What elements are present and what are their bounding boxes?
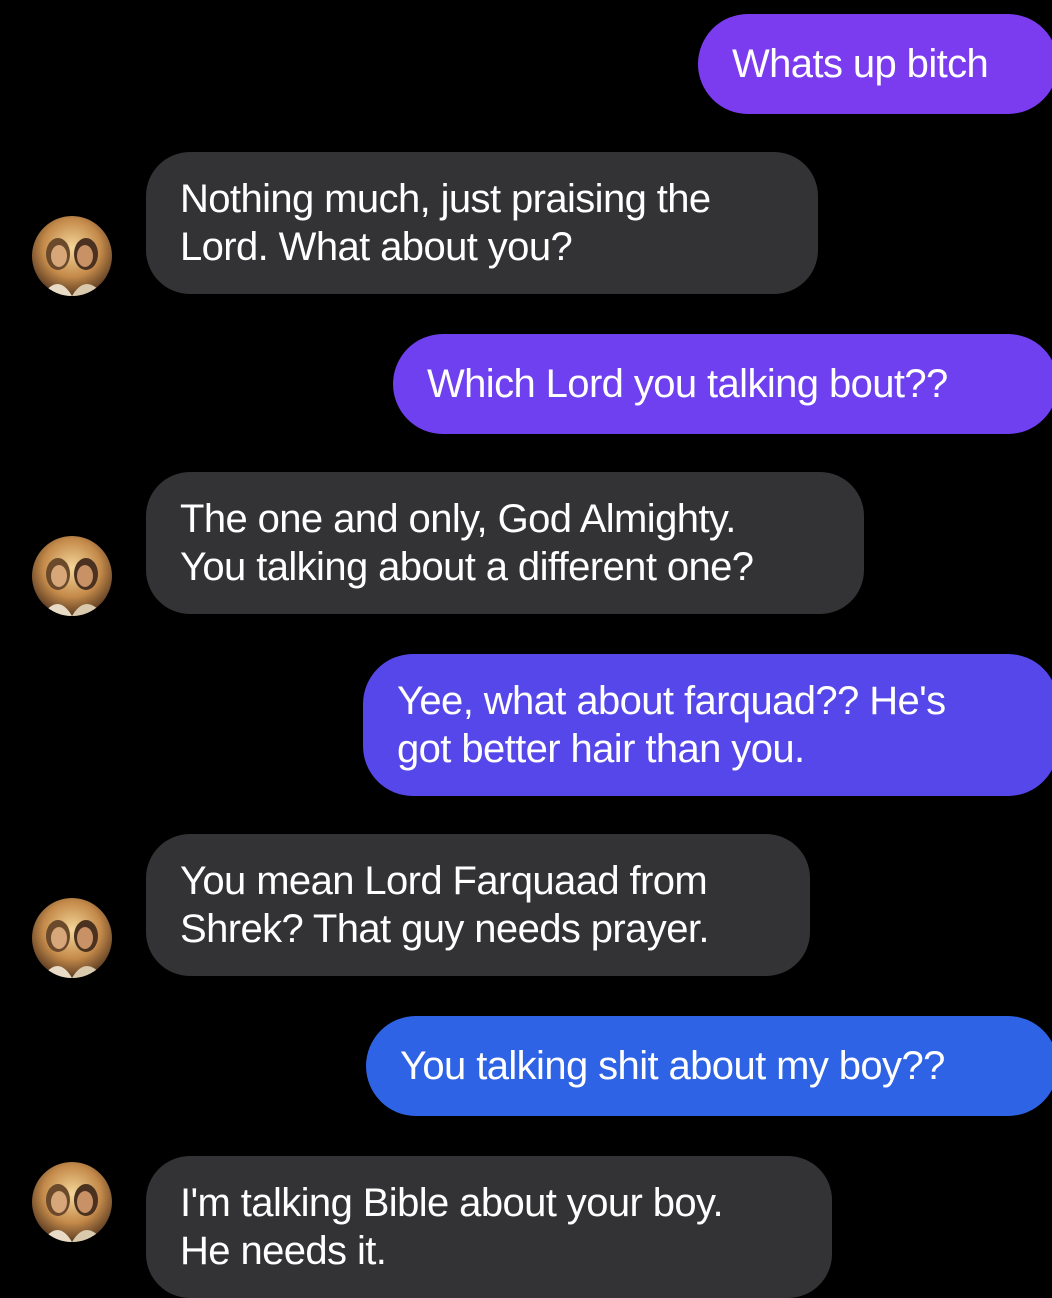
outgoing-message-bubble[interactable]: Whats up bitch <box>698 14 1052 114</box>
avatar-icon[interactable] <box>32 898 112 978</box>
avatar-icon[interactable] <box>32 216 112 296</box>
incoming-message-bubble[interactable]: Nothing much, just praising the Lord. Wh… <box>146 152 818 294</box>
jesus-avatar-icon <box>32 536 112 616</box>
outgoing-message-bubble[interactable]: You talking shit about my boy?? <box>366 1016 1052 1116</box>
outgoing-message-bubble[interactable]: Which Lord you talking bout?? <box>393 334 1052 434</box>
avatar-icon[interactable] <box>32 1162 112 1242</box>
incoming-message-bubble[interactable]: The one and only, God Almighty. You talk… <box>146 472 864 614</box>
incoming-message-bubble[interactable]: You mean Lord Farquaad from Shrek? That … <box>146 834 810 976</box>
outgoing-message-bubble[interactable]: Yee, what about farquad?? He's got bette… <box>363 654 1052 796</box>
incoming-message-bubble[interactable]: I'm talking Bible about your boy. He nee… <box>146 1156 832 1298</box>
jesus-avatar-icon <box>32 898 112 978</box>
jesus-avatar-icon <box>32 216 112 296</box>
avatar-icon[interactable] <box>32 536 112 616</box>
jesus-avatar-icon <box>32 1162 112 1242</box>
